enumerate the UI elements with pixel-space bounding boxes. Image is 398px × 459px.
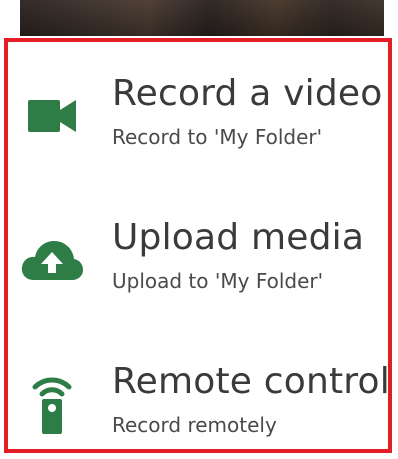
cloud-upload-icon: [20, 232, 84, 288]
menu-item-upload-media[interactable]: Upload media Upload to 'My Folder': [8, 208, 388, 328]
menu-item-record-video[interactable]: Record a video Record to 'My Folder': [8, 64, 388, 184]
video-camera-icon: [20, 88, 84, 144]
menu-item-subtitle: Record remotely: [112, 413, 277, 437]
background-photo-strip: [20, 0, 384, 36]
menu-item-subtitle: Upload to 'My Folder': [112, 269, 324, 293]
remote-control-icon: [20, 376, 84, 434]
menu-item-subtitle: Record to 'My Folder': [112, 125, 323, 149]
menu-item-title: Upload media: [112, 217, 365, 258]
menu-item-title: Remote control: [112, 361, 390, 402]
screen: Record a video Record to 'My Folder' Upl…: [0, 0, 398, 459]
menu-item-title: Record a video: [112, 73, 383, 114]
action-sheet: Record a video Record to 'My Folder' Upl…: [4, 38, 392, 453]
menu-item-remote-control[interactable]: Remote control Record remotely: [8, 352, 390, 459]
